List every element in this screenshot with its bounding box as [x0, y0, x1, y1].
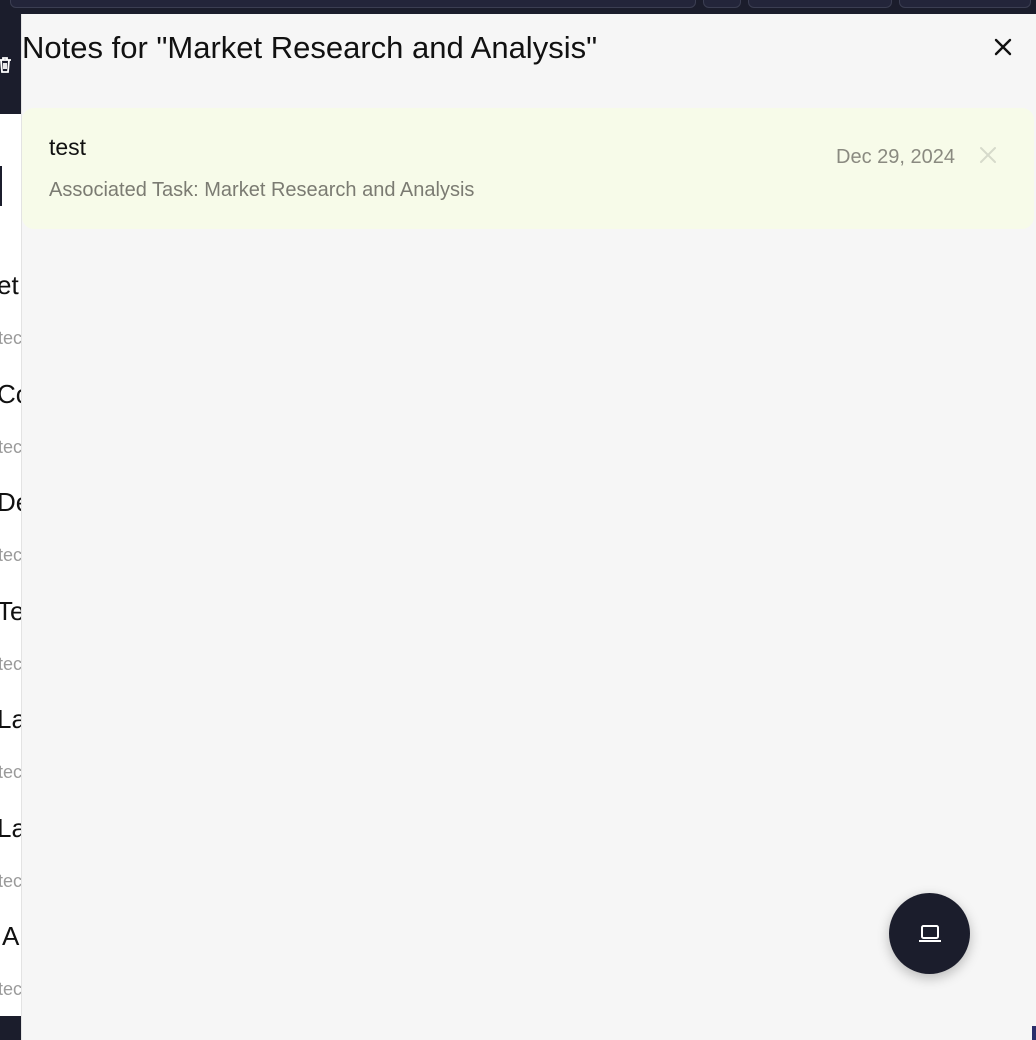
notes-drawer: Notes for "Market Research and Analysis"…	[21, 14, 1036, 1040]
background-row-title: Te	[0, 596, 22, 626]
background-row-subtitle: tec	[0, 437, 22, 457]
close-icon	[980, 147, 996, 163]
note-date: Dec 29, 2024	[836, 146, 955, 168]
background-header	[0, 14, 22, 114]
background-task-list: et tec Co tec De tec Te tec La tec La te…	[0, 14, 22, 1040]
note-card[interactable]: test Associated Task: Market Research an…	[22, 108, 1034, 229]
trash-icon[interactable]	[0, 56, 12, 74]
laptop-action-button[interactable]	[889, 893, 970, 974]
background-footer	[0, 1016, 22, 1040]
topbar-button-pill[interactable]	[899, 0, 1031, 8]
drawer-title: Notes for "Market Research and Analysis"	[22, 30, 598, 65]
background-row-subtitle: tec	[0, 328, 22, 348]
background-row-title: Co	[0, 379, 22, 409]
background-row-subtitle: tec	[0, 762, 22, 782]
background-row-subtitle: tec	[0, 545, 22, 565]
close-button[interactable]	[988, 32, 1018, 62]
background-row-title: A	[2, 921, 20, 951]
topbar-button-pill[interactable]	[748, 0, 892, 8]
app-top-bar	[0, 0, 1036, 14]
background-row-subtitle: tec	[0, 654, 22, 674]
background-row-title: et	[0, 270, 19, 300]
background-row-subtitle: tec	[0, 979, 22, 999]
corner-accent	[1032, 1026, 1036, 1040]
background-row-subtitle: tec	[0, 871, 22, 891]
delete-note-button[interactable]	[975, 142, 1001, 168]
close-icon	[994, 38, 1012, 56]
note-associated-task: Associated Task: Market Research and Ana…	[49, 179, 475, 201]
background-row-title: La	[0, 813, 22, 843]
laptop-icon	[918, 924, 941, 942]
topbar-search-pill[interactable]	[10, 0, 696, 8]
topbar-icon-pill[interactable]	[703, 0, 741, 8]
background-row-title: La	[0, 704, 22, 734]
background-input-edge	[0, 166, 2, 206]
note-title: test	[49, 134, 87, 160]
background-row-title: De	[0, 487, 22, 517]
